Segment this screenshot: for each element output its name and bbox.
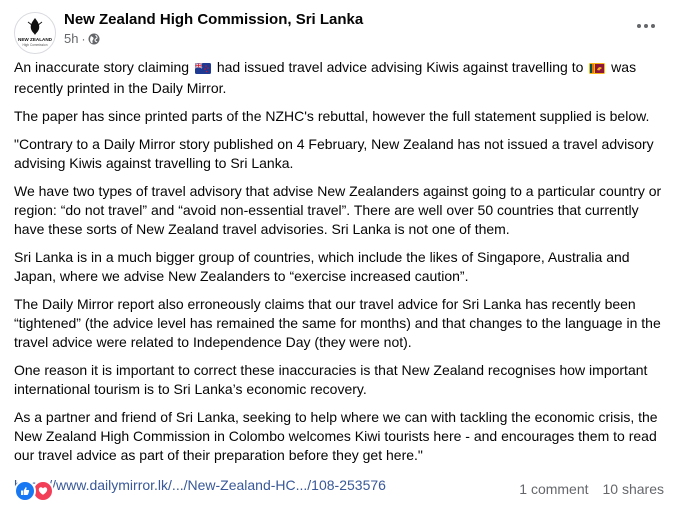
post-paragraph: The paper has since printed parts of the…: [14, 108, 650, 124]
post-paragraph: One reason it is important to correct th…: [14, 362, 648, 397]
post-footer: 1 comment 10 shares: [14, 478, 664, 502]
avatar-text-top: NEW ZEALAND: [18, 37, 53, 42]
post-paragraph: We have two types of travel advisory tha…: [14, 183, 662, 237]
intro-text-2: had issued travel advice advising Kiwis …: [216, 59, 584, 75]
reaction-summary[interactable]: [14, 480, 54, 502]
post-body: An inaccurate story claiming had issued …: [14, 58, 664, 495]
avatar[interactable]: NEW ZEALAND High Commission: [14, 12, 56, 54]
nz-flag-icon: [194, 60, 211, 79]
engagement-counts: 1 comment 10 shares: [519, 481, 664, 497]
facebook-post: NEW ZEALAND High Commission New Zealand …: [0, 0, 678, 512]
like-reaction-icon: [14, 480, 36, 502]
share-count[interactable]: 10 shares: [603, 481, 664, 497]
post-header: NEW ZEALAND High Commission New Zealand …: [14, 6, 666, 56]
post-timestamp[interactable]: 5h: [64, 31, 78, 46]
post-paragraph: As a partner and friend of Sri Lanka, se…: [14, 409, 658, 463]
post-paragraph: The Daily Mirror report also erroneously…: [14, 296, 661, 350]
more-options-icon[interactable]: [632, 12, 660, 40]
comment-count[interactable]: 1 comment: [519, 481, 588, 497]
sri-lanka-flag-icon: [589, 60, 606, 79]
intro-text-1: An inaccurate story claiming: [14, 59, 190, 75]
post-paragraph: "Contrary to a Daily Mirror story publis…: [14, 136, 654, 171]
post-meta: 5h ·: [64, 31, 100, 46]
post-paragraph: Sri Lanka is in a much bigger group of c…: [14, 249, 630, 284]
post-paragraph-intro: An inaccurate story claiming had issued …: [14, 58, 664, 98]
page-name[interactable]: New Zealand High Commission, Sri Lanka: [64, 11, 363, 28]
globe-icon[interactable]: [88, 33, 100, 45]
avatar-text-bottom: High Commission: [23, 43, 48, 47]
meta-separator: ·: [81, 31, 86, 46]
